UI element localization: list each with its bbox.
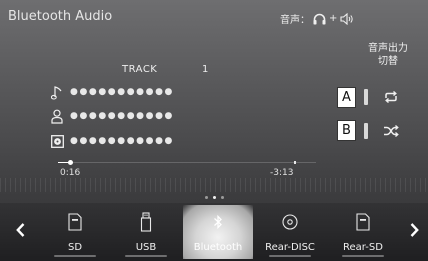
page-indicator — [0, 196, 428, 199]
shuffle-button-edge — [364, 123, 368, 139]
source-bluetooth-button[interactable]: Bluetooth — [183, 205, 253, 259]
callout-a: A — [337, 87, 356, 108]
audio-output-switch-button[interactable]: 音声出力 切替 — [352, 42, 424, 68]
track-label: TRACK — [122, 64, 158, 75]
source-usb-button[interactable]: USB — [111, 205, 181, 259]
source-rear-disc-underline — [269, 255, 311, 257]
album-value: ●●●●●●●●●●● — [70, 136, 174, 146]
song-title-row: ●●●●●●●●●●● — [50, 84, 174, 100]
source-rear-sd-underline — [342, 255, 384, 257]
source-bluetooth-label: Bluetooth — [193, 242, 243, 253]
source-usb-label: USB — [135, 242, 157, 253]
artist-row: ●●●●●●●●●●● — [50, 108, 174, 124]
album-row: ●●●●●●●●●●● — [50, 133, 174, 149]
switch-button-label-line1: 音声出力 — [368, 43, 408, 54]
speaker-icon — [340, 12, 354, 25]
disc-icon — [282, 211, 298, 233]
bluetooth-audio-screen: Bluetooth Audio 音声： + 音声出力 切替 TRACK 1 ●●… — [0, 0, 428, 261]
chevron-left-icon — [15, 223, 24, 237]
page-dot — [204, 196, 208, 199]
screen-title: Bluetooth Audio — [8, 9, 113, 24]
repeat-button[interactable] — [360, 86, 422, 108]
elapsed-time: 0:16 — [60, 168, 81, 178]
callout-b: B — [337, 120, 356, 141]
album-icon — [50, 133, 64, 149]
headphone-icon — [313, 13, 326, 24]
next-sources-button[interactable] — [404, 218, 424, 242]
source-sd-underline — [54, 255, 96, 257]
audio-output-label: 音声： — [280, 15, 310, 26]
artist-value: ●●●●●●●●●●● — [70, 111, 174, 121]
bluetooth-icon — [213, 211, 223, 233]
sd-card-icon — [68, 211, 82, 233]
plus-sign: + — [329, 13, 338, 24]
source-sd-label: SD — [67, 242, 83, 253]
seek-bar-end-mark — [294, 161, 296, 164]
seek-bar-knob[interactable] — [68, 160, 74, 165]
usb-icon — [140, 211, 152, 233]
track-number: 1 — [202, 64, 209, 75]
repeat-button-edge — [364, 89, 368, 105]
shuffle-button[interactable] — [360, 120, 422, 142]
switch-button-label-line2: 切替 — [378, 56, 398, 67]
source-sd-button[interactable]: SD — [40, 205, 110, 259]
remaining-time: -3:13 — [270, 168, 294, 178]
repeat-icon — [385, 91, 397, 103]
previous-sources-button[interactable] — [10, 218, 30, 242]
source-rear-disc-label: Rear-DISC — [265, 242, 315, 253]
decorative-texture — [0, 178, 428, 192]
page-dot — [220, 196, 224, 199]
song-title-value: ●●●●●●●●●●● — [70, 87, 174, 97]
seek-bar[interactable] — [58, 160, 316, 165]
artist-icon — [50, 108, 64, 124]
sd-card-icon — [356, 211, 370, 233]
audio-output-indicator: 音声： + — [280, 11, 354, 26]
music-note-icon — [50, 84, 64, 100]
shuffle-icon — [384, 125, 399, 137]
source-rear-sd-label: Rear-SD — [343, 242, 383, 253]
source-usb-underline — [125, 255, 167, 257]
source-rear-sd-button[interactable]: Rear-SD — [328, 205, 398, 259]
chevron-right-icon — [410, 223, 419, 237]
source-rear-disc-button[interactable]: Rear-DISC — [255, 205, 325, 259]
page-dot — [212, 196, 216, 199]
